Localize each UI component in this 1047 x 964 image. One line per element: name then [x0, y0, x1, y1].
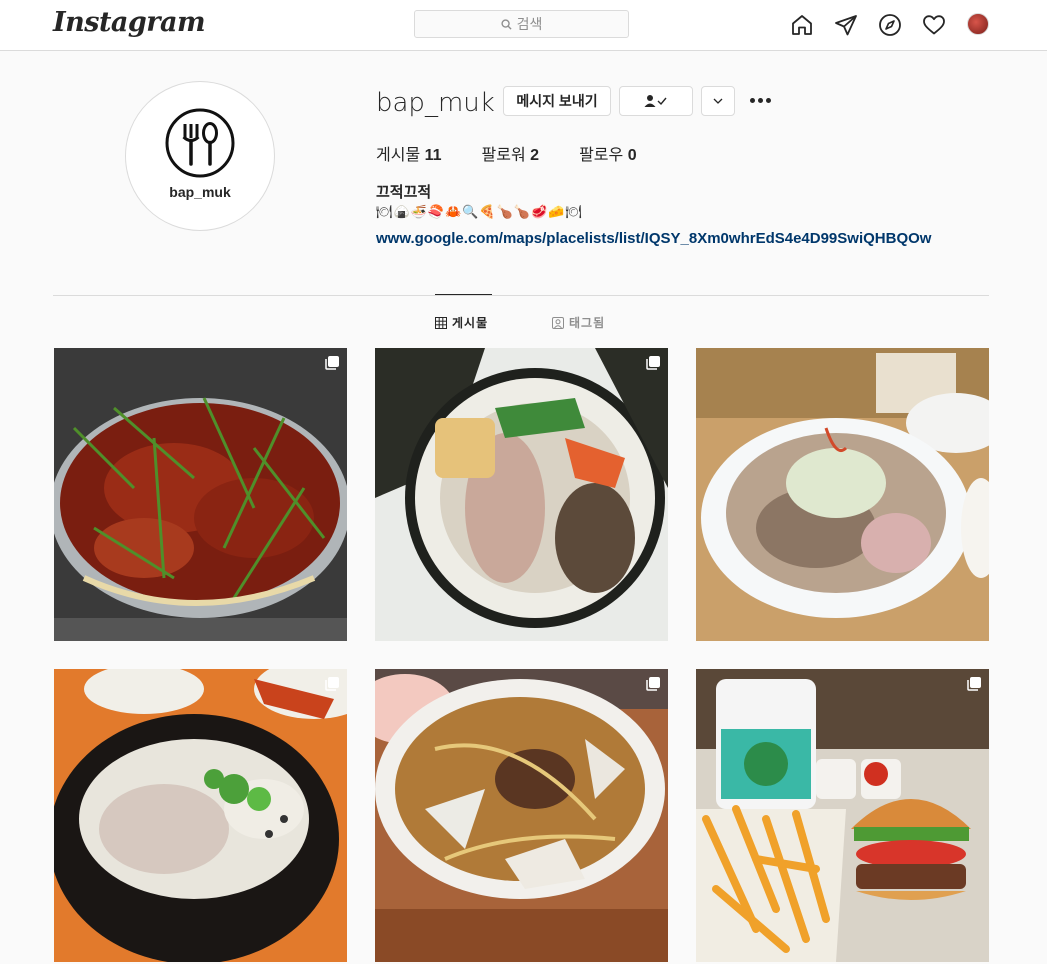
multi-post-icon [967, 677, 981, 691]
post-kimbap-closeup[interactable] [375, 348, 668, 641]
following-button[interactable] [619, 86, 693, 116]
multi-post-icon [325, 677, 339, 691]
grid-icon [435, 316, 447, 329]
dumpling-noodle-soup-image [375, 669, 668, 962]
search-placeholder: 검색 [516, 16, 543, 32]
tagged-person-icon [552, 316, 564, 329]
bio-link[interactable]: www.google.com/maps/placelists/list/IQSY… [376, 230, 931, 247]
post-pork-gukbap[interactable] [54, 669, 347, 962]
profile-avatar[interactable] [967, 13, 989, 35]
search-input[interactable]: 검색 [414, 10, 629, 38]
explore-icon[interactable] [877, 12, 903, 38]
message-button[interactable]: 메시지 보내기 [503, 86, 611, 116]
instagram-logo[interactable]: Instagram [53, 7, 206, 38]
active-tab-indicator [435, 294, 492, 295]
pork-gukbap-image [54, 669, 347, 962]
activity-heart-icon[interactable] [921, 12, 947, 38]
top-nav: Instagram 검색 [0, 0, 1047, 51]
person-check-icon [644, 95, 667, 107]
profile-picture-label: bap_muk [169, 184, 231, 200]
bio-name: 끄적끄적 [376, 184, 432, 201]
kimbap-closeup-image [375, 348, 668, 641]
direct-icon[interactable] [833, 12, 859, 38]
posts-stat: 게시물 11 [376, 147, 442, 164]
post-burger-fries[interactable] [696, 669, 989, 962]
post-dumpling-noodle-soup[interactable] [375, 669, 668, 962]
more-options-icon[interactable] [748, 92, 772, 108]
tab-posts[interactable]: 게시물 [435, 314, 488, 331]
beef-noodle-soup-image [696, 348, 989, 641]
multi-post-icon [646, 356, 660, 370]
multi-post-icon [646, 677, 660, 691]
spicy-noodle-platter-image [54, 348, 347, 641]
fork-spoon-logo-icon [165, 108, 235, 178]
tabs-divider [53, 295, 989, 296]
chevron-down-icon [713, 98, 723, 104]
followers-stat[interactable]: 팔로워 2 [482, 141, 540, 165]
suggested-dropdown-button[interactable] [701, 86, 735, 116]
tab-tagged[interactable]: 태그됨 [552, 314, 605, 331]
search-icon [501, 18, 512, 30]
following-stat[interactable]: 팔로우 0 [579, 141, 637, 165]
burger-fries-image [696, 669, 989, 962]
bio-emoji-line: 🍽🍙🍜🍣🦀🔍🍕🍗🍗🥩🧀🍽 [376, 205, 583, 220]
profile-username: bap_muk [376, 88, 495, 118]
multi-post-icon [325, 356, 339, 370]
profile-stats: 게시물 11 팔로워 2 팔로우 0 [376, 141, 677, 165]
post-beef-noodle-soup[interactable] [696, 348, 989, 641]
profile-picture: bap_muk [125, 81, 275, 231]
post-spicy-noodle-platter[interactable] [54, 348, 347, 641]
home-icon[interactable] [789, 12, 815, 38]
